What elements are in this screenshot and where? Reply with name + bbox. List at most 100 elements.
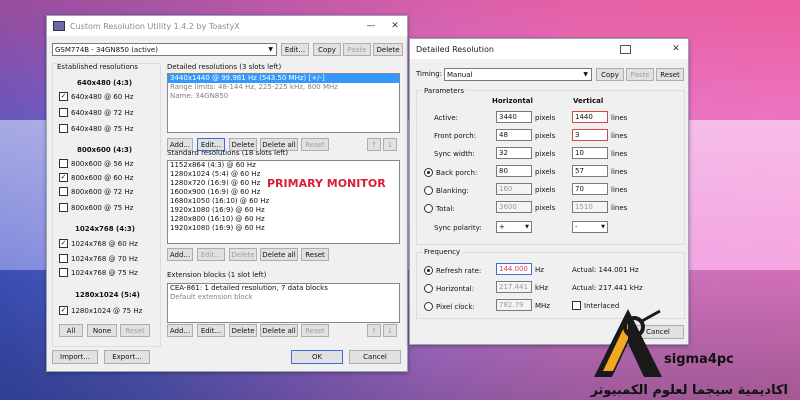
checkbox-1024x768-70[interactable]: 1024x768 @ 70 Hz [59, 254, 138, 263]
close-icon[interactable]: ✕ [383, 16, 407, 36]
blanking-radio[interactable]: Blanking: [424, 186, 469, 195]
detail-copy-button[interactable]: Copy [596, 68, 624, 81]
detail-titlebar[interactable]: Detailed Resolution ✕ [410, 39, 688, 59]
active-v-field[interactable]: 1440 [572, 111, 608, 123]
refresh-rate-field[interactable]: 144.000 [496, 263, 532, 275]
refresh-rate-radio[interactable]: Refresh rate: [424, 266, 481, 275]
standard-item[interactable]: 1920x1080 (16:9) @ 60 Hz [168, 224, 399, 233]
minimize-icon[interactable]: — [359, 16, 383, 36]
checkbox-box [59, 187, 68, 196]
detail-reset-button[interactable]: Reset [656, 68, 684, 81]
pixel-clock-field[interactable]: 782.79 [496, 299, 532, 311]
extension-delete-all-button[interactable]: Delete all [260, 324, 298, 337]
export-button[interactable]: Export... [104, 350, 150, 364]
name-item[interactable]: Name: 34GN850 [168, 92, 399, 101]
standard-delete-button[interactable]: Delete [229, 248, 257, 261]
front-porch-h-field[interactable]: 48 [496, 129, 532, 141]
checkbox-1024x768-60[interactable]: ✓ 1024x768 @ 60 Hz [59, 239, 138, 248]
radio-circle [424, 204, 433, 213]
standard-delete-all-button[interactable]: Delete all [260, 248, 298, 261]
detailed-item-selected[interactable]: 3440x1440 @ 99.981 Hz (543.50 MHz) [+/-] [168, 74, 399, 83]
import-button[interactable]: Import... [52, 350, 98, 364]
extension-delete-button[interactable]: Delete [229, 324, 257, 337]
cru-titlebar[interactable]: Custom Resolution Utility 1.4.2 by Toast… [47, 16, 407, 36]
checkbox-640x480-75[interactable]: 640x480 @ 75 Hz [59, 124, 133, 133]
range-limits-item[interactable]: Range limits: 48-144 Hz, 225-225 kHz, 80… [168, 83, 399, 92]
sync-width-h-field[interactable]: 32 [496, 147, 532, 159]
checkbox-1280x1024-75[interactable]: ✓ 1280x1024 @ 75 Hz [59, 306, 142, 315]
horizontal-freq-field[interactable]: 217.441 [496, 281, 532, 293]
active-h-field[interactable]: 3440 [496, 111, 532, 123]
extension-move-down-icon[interactable]: ↓ [383, 324, 397, 337]
extension-add-button[interactable]: Add... [167, 324, 193, 337]
detail-title: Detailed Resolution [416, 44, 494, 54]
total-radio[interactable]: Total: [424, 204, 455, 213]
cancel-button[interactable]: Cancel [349, 350, 401, 364]
checkbox-640x480-72[interactable]: 640x480 @ 72 Hz [59, 108, 133, 117]
extension-edit-button[interactable]: Edit... [197, 324, 225, 337]
paste-button[interactable]: Paste [343, 43, 371, 56]
checkbox-box [59, 159, 68, 168]
standard-list[interactable]: 1152x864 (4:3) @ 60 Hz 1280x1024 (5:4) @… [167, 160, 400, 244]
brand-text: sigma4pc [664, 352, 734, 367]
checkbox-800x600-60[interactable]: ✓ 800x600 @ 60 Hz [59, 173, 133, 182]
all-button[interactable]: All [59, 324, 83, 337]
back-porch-h-field[interactable]: 80 [496, 165, 532, 177]
standard-item[interactable]: 1920x1080 (16:9) @ 60 Hz [168, 206, 399, 215]
delete-monitor-button[interactable]: Delete [373, 43, 403, 56]
standard-add-button[interactable]: Add... [167, 248, 193, 261]
extension-move-up-icon[interactable]: ↑ [367, 324, 381, 337]
pixel-clock-radio[interactable]: Pixel clock: [424, 302, 475, 311]
detailed-move-up-icon[interactable]: ↑ [367, 138, 381, 151]
ok-button[interactable]: OK [291, 350, 343, 364]
checkbox-640x480-60[interactable]: ✓ 640x480 @ 60 Hz [59, 92, 133, 101]
blanking-v-field[interactable]: 70 [572, 183, 608, 195]
standard-item[interactable]: 1680x1050 (16:10) @ 60 Hz [168, 197, 399, 206]
sync-width-v-field[interactable]: 10 [572, 147, 608, 159]
front-porch-v-field[interactable]: 3 [572, 129, 608, 141]
total-h-field[interactable]: 3600 [496, 201, 532, 213]
timing-select[interactable]: Manual ▼ [444, 68, 592, 81]
reset-established-button[interactable]: Reset [120, 324, 150, 337]
frequency-heading: Frequency [422, 248, 463, 256]
extension-item-default[interactable]: Default extension block [168, 293, 399, 302]
extension-reset-button[interactable]: Reset [301, 324, 329, 337]
detail-paste-button[interactable]: Paste [626, 68, 654, 81]
checkbox-800x600-56[interactable]: 800x600 @ 56 Hz [59, 159, 133, 168]
total-v-field[interactable]: 1510 [572, 201, 608, 213]
extension-list[interactable]: CEA-861: 1 detailed resolution, 7 data b… [167, 283, 400, 323]
sync-polarity-v-select[interactable]: - ▼ [572, 221, 608, 233]
detailed-list[interactable]: 3440x1440 @ 99.981 Hz (543.50 MHz) [+/-]… [167, 73, 400, 133]
blanking-h-field[interactable]: 160 [496, 183, 532, 195]
checkbox-800x600-72[interactable]: 800x600 @ 72 Hz [59, 187, 133, 196]
extension-item-cea[interactable]: CEA-861: 1 detailed resolution, 7 data b… [168, 284, 399, 293]
horizontal-freq-radio[interactable]: Horizontal: [424, 284, 474, 293]
sync-polarity-h-select[interactable]: + ▼ [496, 221, 532, 233]
active-v-unit: lines [611, 114, 628, 122]
checkbox-box [59, 268, 68, 277]
detailed-reset-button[interactable]: Reset [301, 138, 329, 151]
none-button[interactable]: None [87, 324, 117, 337]
total-h-unit: pixels [535, 204, 556, 212]
detailed-move-down-icon[interactable]: ↓ [383, 138, 397, 151]
checkbox-1024x768-75[interactable]: 1024x768 @ 75 Hz [59, 268, 138, 277]
sigma4pc-logo-icon [594, 309, 662, 377]
standard-item[interactable]: 1152x864 (4:3) @ 60 Hz [168, 161, 399, 170]
sync-polarity-h-value: + [499, 223, 505, 231]
copy-button[interactable]: Copy [313, 43, 341, 56]
edit-monitor-button[interactable]: Edit... [281, 43, 309, 56]
back-porch-v-field[interactable]: 57 [572, 165, 608, 177]
back-porch-radio[interactable]: Back porch: [424, 168, 477, 177]
checkbox-label: 800x600 @ 60 Hz [71, 173, 134, 182]
column-horizontal: Horizontal [492, 97, 533, 105]
standard-edit-button[interactable]: Edit... [197, 248, 225, 261]
standard-reset-button[interactable]: Reset [301, 248, 329, 261]
checkbox-800x600-75[interactable]: 800x600 @ 75 Hz [59, 203, 133, 212]
close-icon[interactable]: ✕ [664, 39, 688, 59]
standard-item[interactable]: 1280x800 (16:10) @ 60 Hz [168, 215, 399, 224]
primary-monitor-overlay: PRIMARY MONITOR [267, 177, 386, 190]
checkbox-box: ✓ [59, 92, 68, 101]
sync-width-v-unit: lines [611, 150, 628, 158]
blanking-h-unit: pixels [535, 186, 556, 194]
monitor-select[interactable]: GSM774B - 34GN850 (active) ▼ [52, 43, 277, 56]
